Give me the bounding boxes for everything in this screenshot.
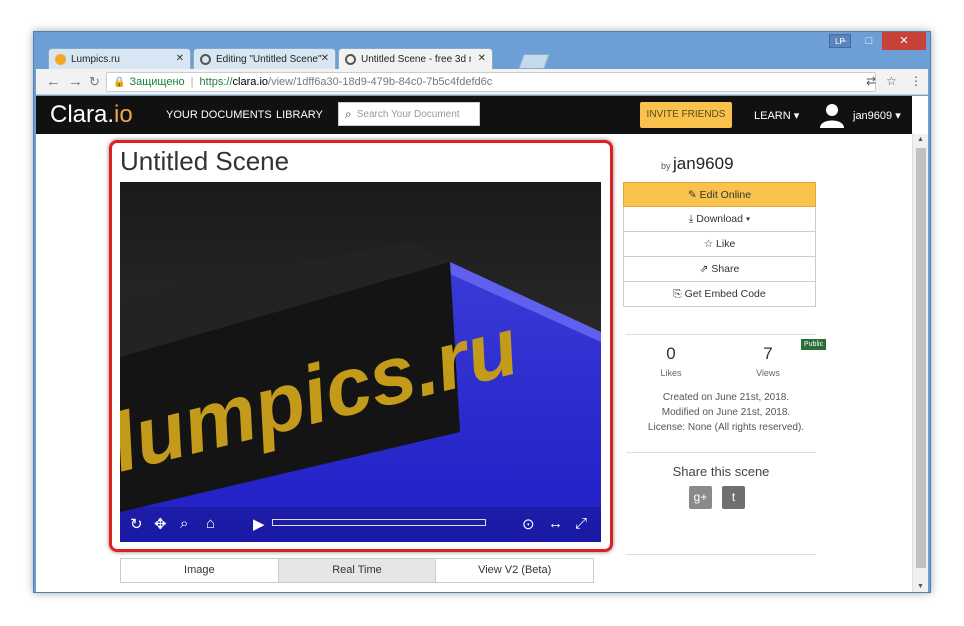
back-icon[interactable]: ← <box>46 73 61 90</box>
share-button[interactable]: ⇗ Share <box>623 257 816 282</box>
url-protocol: https:// <box>199 76 233 88</box>
modified-date: Modified on June 21st, 2018. <box>661 407 791 418</box>
tab-untitled-scene[interactable]: Untitled Scene - free 3d m ✕ <box>338 48 493 69</box>
paperclip-icon: ⎘ <box>673 288 682 300</box>
tab-view-v2[interactable]: View V2 (Beta) <box>436 559 593 582</box>
3d-viewer[interactable]: lumpics.ru ↻ ✥ ⌕ ⌂ ▶ ⊙ ↔ ⤢ <box>120 182 601 542</box>
scroll-up-icon: ▲ <box>917 136 924 143</box>
share-icon: ⇗ <box>699 263 709 275</box>
close-tab-icon[interactable]: ✕ <box>478 53 486 64</box>
likes-stat: 0 Likes <box>660 344 682 378</box>
tab-lumpics[interactable]: Lumpics.ru ✕ <box>48 48 191 69</box>
lock-icon: 🔒 <box>113 76 126 88</box>
star-icon: ☆ <box>703 238 714 250</box>
divider <box>626 334 816 335</box>
google-plus-icon[interactable]: g+ <box>689 486 712 509</box>
pan-icon[interactable]: ✥ <box>154 515 167 533</box>
clara-logo[interactable]: Clara.io <box>50 101 133 129</box>
home-icon[interactable]: ⌂ <box>206 515 215 532</box>
scene-actions: ✎ Edit Online ⤓ Download ▾ ☆ Like ⇗ Shar… <box>623 182 816 307</box>
download-icon: ⤓ <box>688 213 694 225</box>
scene-meta: Created on June 21st, 2018. Modified on … <box>631 390 821 435</box>
lumpics-favicon-icon <box>55 53 66 65</box>
rotate-icon[interactable]: ↻ <box>130 515 143 533</box>
page-title: Untitled Scene <box>120 146 290 176</box>
page-scrollbar[interactable]: ▲ ▼ <box>912 134 928 592</box>
author-link[interactable]: jan9609 <box>673 154 734 173</box>
window-controls: – □ ✕ <box>830 32 926 50</box>
zoom-icon[interactable]: ⌕ <box>180 515 188 532</box>
fullscreen-icon[interactable]: ⤢ <box>575 515 587 532</box>
clara-favicon-icon <box>345 53 356 65</box>
search-placeholder: Search Your Document <box>356 108 460 120</box>
search-input[interactable]: ⌕ Search Your Document <box>338 102 480 126</box>
embed-code-button[interactable]: ⎘ Get Embed Code <box>623 282 816 307</box>
search-icon: ⌕ <box>345 106 352 121</box>
nav-learn[interactable]: LEARN ▾ <box>754 109 799 122</box>
tab-title: Lumpics.ru <box>71 53 120 65</box>
twitter-icon[interactable]: t <box>722 486 745 509</box>
url-path: /view/1dff6a30-18d9-479b-84c0-7b5c4fdefd… <box>268 76 493 88</box>
divider <box>626 452 816 453</box>
scroll-down-icon: ▼ <box>917 583 924 590</box>
close-window-button[interactable]: ✕ <box>882 32 926 50</box>
scroll-thumb <box>916 148 926 568</box>
clara-favicon-icon <box>200 53 211 65</box>
author-byline: by jan9609 <box>661 154 734 173</box>
tab-image[interactable]: Image <box>121 559 279 582</box>
share-heading: Share this scene <box>672 464 770 479</box>
playback-progress[interactable] <box>272 519 486 526</box>
edit-icon: ✎ <box>687 189 697 201</box>
translate-icon[interactable]: ⇄ <box>866 74 876 88</box>
close-tab-icon[interactable]: ✕ <box>321 53 329 64</box>
stretch-icon[interactable]: ↔ <box>548 515 563 532</box>
reload-icon[interactable]: ↻ <box>89 74 100 90</box>
tab-real-time[interactable]: Real Time <box>278 559 437 582</box>
divider <box>626 554 816 555</box>
avatar[interactable] <box>819 102 845 128</box>
minimize-button[interactable]: – <box>830 32 856 50</box>
close-tab-icon[interactable]: ✕ <box>176 53 184 64</box>
invite-friends-button[interactable]: INVITE FRIENDS <box>640 102 732 128</box>
nav-library[interactable]: LIBRARY <box>276 109 323 121</box>
tab-title: Editing "Untitled Scene" <box>216 53 322 65</box>
url-host: clara.io <box>232 76 269 88</box>
menu-icon[interactable]: ⋮ <box>910 74 922 88</box>
view-mode-tabs: Image Real Time View V2 (Beta) <box>120 558 594 583</box>
created-date: Created on June 21st, 2018. <box>662 392 790 403</box>
site-navbar: Clara.io YOUR DOCUMENTS LIBRARY ⌕ Search… <box>36 96 912 134</box>
address-bar[interactable]: 🔒 Защищено | https:// clara.io /view/1df… <box>106 72 876 92</box>
browser-window: LP – □ ✕ Lumpics.ru ✕ Editing "Untitled … <box>33 31 931 593</box>
maximize-button[interactable]: □ <box>856 32 882 50</box>
secure-label: Защищено <box>129 76 185 88</box>
page-viewport: Clara.io YOUR DOCUMENTS LIBRARY ⌕ Search… <box>36 96 928 592</box>
like-button[interactable]: ☆ Like <box>623 232 816 257</box>
browser-toolbar: ← → ↻ 🔒 Защищено | https:// clara.io /vi… <box>36 69 928 95</box>
page-content: Untitled Scene lumpics.ru ↻ ✥ ⌕ ⌂ ▶ ⊙ ↔ … <box>36 134 912 592</box>
nav-your-documents[interactable]: YOUR DOCUMENTS <box>166 109 272 121</box>
status-badge: Public <box>801 339 827 350</box>
new-tab-button[interactable] <box>518 54 550 69</box>
play-icon[interactable]: ▶ <box>253 515 265 533</box>
bookmark-star-icon[interactable]: ☆ <box>886 74 897 88</box>
views-stat: 7 Views <box>756 344 780 378</box>
tab-title: Untitled Scene - free 3d m <box>361 53 471 65</box>
camera-icon[interactable]: ⊙ <box>522 515 535 533</box>
license-text: License: None (All rights reserved). <box>647 422 805 433</box>
tab-editing[interactable]: Editing "Untitled Scene" ✕ <box>193 48 336 69</box>
forward-icon[interactable]: → <box>68 73 83 90</box>
user-menu[interactable]: jan9609 ▾ <box>853 109 901 122</box>
edit-online-button[interactable]: ✎ Edit Online <box>623 182 816 207</box>
download-button[interactable]: ⤓ Download ▾ <box>623 207 816 232</box>
